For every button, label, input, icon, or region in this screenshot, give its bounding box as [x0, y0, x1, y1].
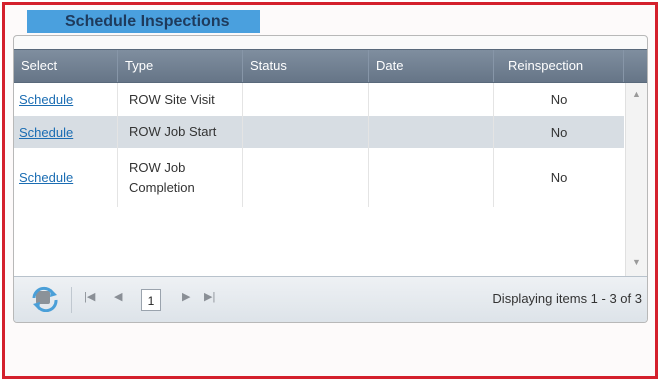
schedule-link[interactable]: Schedule: [19, 125, 73, 140]
column-header-reinspection[interactable]: Reinspection: [494, 50, 624, 82]
date-cell: [369, 83, 494, 116]
select-cell: Schedule: [14, 83, 118, 116]
date-cell: [369, 148, 494, 207]
page-title: Schedule Inspections: [27, 10, 260, 33]
schedule-link[interactable]: Schedule: [19, 92, 73, 107]
status-cell: [243, 116, 369, 148]
column-header-status[interactable]: Status: [243, 50, 369, 82]
select-cell: Schedule: [14, 116, 118, 148]
table-row: Schedule ROW Site Visit No: [14, 83, 624, 116]
grid-header-row: Select Type Status Date Reinspection: [14, 49, 647, 83]
first-page-icon[interactable]: |◀: [84, 290, 95, 303]
type-cell: ROW Job Start: [118, 116, 243, 148]
pager-info: Displaying items 1 - 3 of 3: [492, 291, 642, 306]
grid-body: Schedule ROW Site Visit No Schedule ROW …: [14, 83, 647, 276]
grid-pager: |◀ ◀ 1 ▶ ▶| Displaying items 1 - 3 of 3: [14, 276, 647, 322]
scroll-up-icon[interactable]: ▲: [632, 89, 641, 99]
column-header-type[interactable]: Type: [118, 50, 243, 82]
type-cell: ROW Site Visit: [118, 83, 243, 116]
scroll-down-icon[interactable]: ▼: [632, 257, 641, 267]
status-cell: [243, 148, 369, 207]
table-row: Schedule ROW Job Start No: [14, 116, 624, 148]
prev-page-icon[interactable]: ◀: [114, 290, 122, 303]
select-cell: Schedule: [14, 148, 118, 207]
inspections-grid: Select Type Status Date Reinspection Sch…: [13, 35, 648, 323]
date-cell: [369, 116, 494, 148]
vertical-scrollbar[interactable]: ▲ ▼: [625, 83, 647, 276]
column-header-spacer: [624, 50, 647, 82]
table-row: Schedule ROW Job Completion No: [14, 148, 624, 207]
column-header-date[interactable]: Date: [369, 50, 494, 82]
type-cell: ROW Job Completion: [118, 148, 243, 207]
next-page-icon[interactable]: ▶: [182, 290, 190, 303]
page-number-input[interactable]: 1: [141, 289, 161, 311]
refresh-icon[interactable]: [31, 286, 59, 313]
pager-separator: [71, 287, 72, 313]
reinspection-cell: No: [550, 124, 568, 140]
reinspection-cell: No: [550, 170, 568, 185]
column-header-select[interactable]: Select: [14, 50, 118, 82]
schedule-link[interactable]: Schedule: [19, 170, 73, 185]
reinspection-cell: No: [550, 92, 568, 107]
status-cell: [243, 83, 369, 116]
last-page-icon[interactable]: ▶|: [204, 290, 215, 303]
